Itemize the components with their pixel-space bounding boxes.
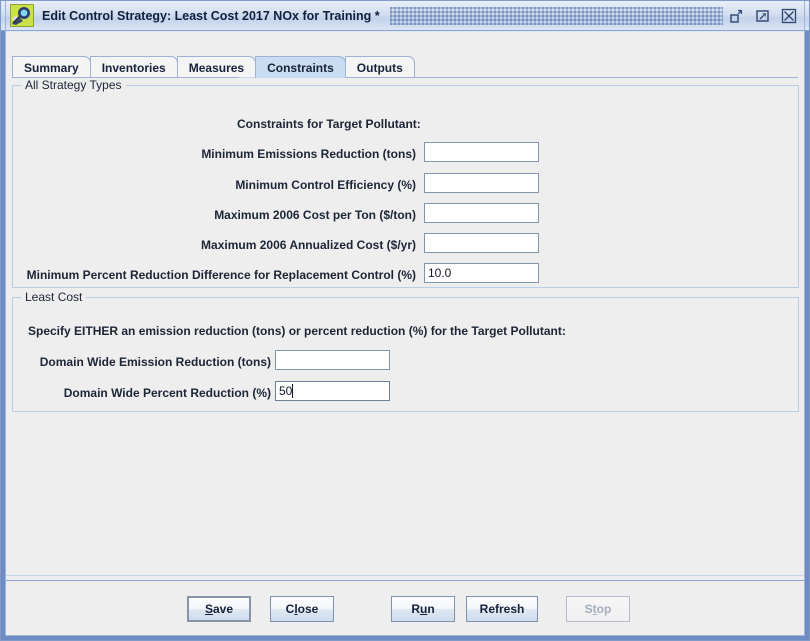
close-icon[interactable]: [781, 8, 797, 24]
maximize-icon[interactable]: [755, 8, 771, 24]
tab-measures-label: Measures: [188, 60, 245, 75]
minimum-percent-reduction-difference-input[interactable]: [424, 263, 539, 283]
window-controls: [729, 8, 797, 24]
tab-inventories-label: Inventories: [101, 60, 166, 75]
minimum-control-efficiency-label: Minimum Control Efficiency (%): [235, 178, 416, 192]
edit-control-strategy-window: Edit Control Strategy: Least Cost 2017 N…: [0, 0, 810, 641]
domain-wide-emission-reduction-input[interactable]: [275, 350, 390, 370]
minimum-emissions-reduction-label: Minimum Emissions Reduction (tons): [201, 147, 416, 161]
save-button[interactable]: Save: [187, 596, 251, 622]
maximum-cost-per-ton-label: Maximum 2006 Cost per Ton ($/ton): [214, 208, 416, 222]
text-caret: [292, 384, 293, 398]
title-texture: [389, 6, 723, 25]
constraints-for-target-pollutant-header: Constraints for Target Pollutant:: [237, 117, 421, 131]
tab-measures[interactable]: Measures: [176, 56, 257, 78]
tab-constraints-label: Constraints: [267, 60, 334, 75]
maximum-cost-per-ton-input[interactable]: [424, 203, 539, 223]
tab-constraints[interactable]: Constraints: [255, 56, 346, 78]
footer-divider: [6, 580, 804, 581]
domain-wide-emission-reduction-label: Domain Wide Emission Reduction (tons): [39, 355, 271, 369]
tab-summary-label: Summary: [24, 60, 79, 75]
run-button[interactable]: Run: [391, 596, 455, 622]
maximum-annualized-cost-input[interactable]: [424, 233, 539, 253]
row-minimum-control-efficiency: Minimum Control Efficiency (%): [6, 175, 416, 195]
tab-summary[interactable]: Summary: [12, 56, 91, 78]
least-cost-instruction: Specify EITHER an emission reduction (to…: [28, 324, 566, 338]
tab-bar: Summary Inventories Measures Constraints…: [12, 54, 415, 78]
row-minimum-percent-reduction-difference: Minimum Percent Reduction Difference for…: [6, 265, 416, 285]
close-button[interactable]: Close: [270, 596, 334, 622]
row-maximum-annualized-cost: Maximum 2006 Annualized Cost ($/yr): [6, 235, 416, 255]
app-icon: [10, 4, 34, 27]
maximum-annualized-cost-label: Maximum 2006 Annualized Cost ($/yr): [201, 238, 416, 252]
minimum-percent-reduction-difference-label: Minimum Percent Reduction Difference for…: [26, 268, 416, 282]
least-cost-title: Least Cost: [21, 290, 87, 304]
row-minimum-emissions-reduction: Minimum Emissions Reduction (tons): [6, 144, 416, 164]
all-strategy-types-title: All Strategy Types: [21, 78, 126, 92]
window-title: Edit Control Strategy: Least Cost 2017 N…: [42, 8, 380, 23]
row-domain-wide-emission-reduction: Domain Wide Emission Reduction (tons): [6, 352, 271, 372]
restore-icon[interactable]: [729, 8, 745, 24]
tab-inventories[interactable]: Inventories: [89, 56, 178, 78]
row-domain-wide-percent-reduction: Domain Wide Percent Reduction (%): [6, 383, 271, 403]
tab-outputs-label: Outputs: [356, 60, 403, 75]
tab-outputs[interactable]: Outputs: [344, 56, 415, 78]
refresh-button[interactable]: Refresh: [466, 596, 538, 622]
tab-strip-underline: [12, 77, 798, 78]
domain-wide-percent-reduction-label: Domain Wide Percent Reduction (%): [63, 386, 271, 400]
stop-button: Stop: [566, 596, 630, 622]
row-maximum-cost-per-ton: Maximum 2006 Cost per Ton ($/ton): [6, 205, 416, 225]
minimum-control-efficiency-input[interactable]: [424, 173, 539, 193]
refresh-button-label: Refresh: [479, 602, 525, 616]
window-content: Summary Inventories Measures Constraints…: [6, 32, 804, 635]
footer-divider-light: [6, 575, 804, 576]
title-bar[interactable]: Edit Control Strategy: Least Cost 2017 N…: [1, 1, 809, 31]
minimum-emissions-reduction-input[interactable]: [424, 142, 539, 162]
